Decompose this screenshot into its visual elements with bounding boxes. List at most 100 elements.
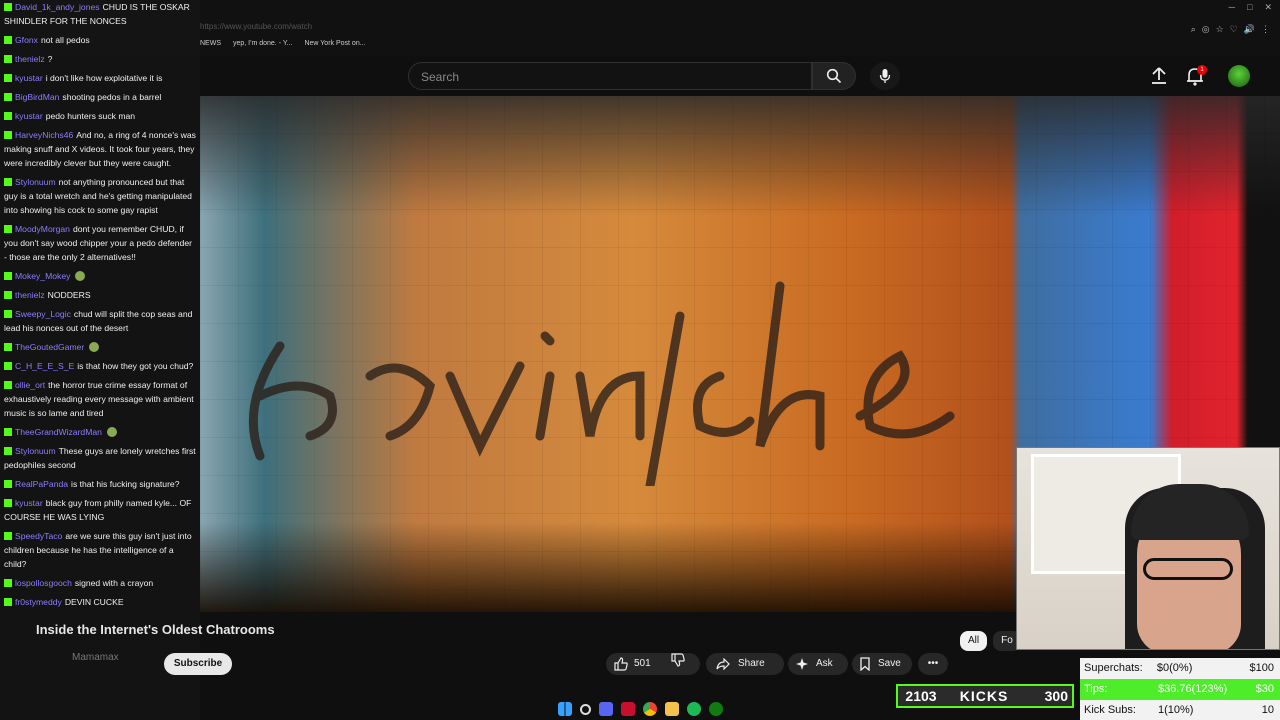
- address-bar[interactable]: https://www.youtube.com/watch: [200, 22, 312, 31]
- kick-subs-row: Kick Subs: 1(10%) 10: [1080, 700, 1280, 720]
- volume-icon[interactable]: 🔊: [1244, 24, 1255, 35]
- chat-message: Stylonuum not anything pronounced but tha…: [4, 175, 196, 217]
- chat-message: BigBirdMan shooting pedos in a barrel: [4, 90, 196, 104]
- more-actions-button[interactable]: •••: [918, 653, 948, 675]
- search-placeholder: Search: [421, 70, 460, 84]
- notification-badge: 1: [1197, 65, 1207, 75]
- chat-username[interactable]: lospollosgooch: [15, 578, 72, 588]
- tips-row: Tips: $36.76(123%) $30: [1080, 679, 1280, 700]
- chat-username[interactable]: Gfonx: [15, 35, 38, 45]
- thumbs-down-icon: [671, 652, 685, 667]
- chat-username[interactable]: Mokey_Mokey: [15, 271, 70, 281]
- chat-username[interactable]: thenielz: [15, 54, 45, 64]
- chat-username[interactable]: HarveyNichs46: [15, 130, 73, 140]
- kick-badge-icon: [4, 55, 12, 63]
- kick-badge-icon: [4, 225, 12, 233]
- chat-message: Stylonuum These guys are lonely wretches …: [4, 444, 196, 472]
- chat-username[interactable]: MoodyMorgan: [15, 224, 70, 234]
- chat-text: DEVIN CUCKE: [64, 597, 124, 607]
- kick-badge-icon: [4, 362, 12, 370]
- save-button[interactable]: Save: [852, 653, 912, 675]
- chat-message: TheGoutedGamer: [4, 340, 196, 354]
- chat-text: NODDERS: [47, 290, 91, 300]
- chat-username[interactable]: kyustar: [15, 73, 43, 83]
- chrome-icon[interactable]: [642, 702, 657, 716]
- menu-dots-icon[interactable]: ⋮: [1261, 24, 1270, 35]
- stat-label: Kick Subs:: [1084, 704, 1136, 716]
- chat-username[interactable]: RealPaPanda: [15, 479, 68, 489]
- voice-search-button[interactable]: [870, 62, 900, 90]
- search-button[interactable]: [812, 62, 856, 90]
- channel-name[interactable]: Mamamax: [72, 652, 119, 663]
- chat-username[interactable]: fr0stymeddy: [15, 597, 62, 607]
- like-dislike-group: 501: [606, 652, 700, 676]
- stat-value: $0(0%): [1156, 662, 1193, 674]
- kick-badge-icon: [4, 532, 12, 540]
- kick-badge-icon: [4, 343, 12, 351]
- chat-username[interactable]: Stylonuum: [15, 446, 56, 456]
- chat-username[interactable]: C_H_E_E_S_E: [15, 361, 74, 371]
- bookmark-news[interactable]: NEWS: [200, 40, 221, 47]
- webcam-overlay: [1016, 447, 1280, 650]
- xbox-icon[interactable]: [708, 702, 723, 716]
- chat-message: thenielz?: [4, 52, 196, 66]
- minimize-icon[interactable]: ─: [1229, 2, 1235, 13]
- chat-username[interactable]: David_1k_andy_jones: [15, 2, 100, 12]
- share-button[interactable]: Share: [706, 653, 784, 675]
- chat-text: pedo hunters suck man: [45, 111, 136, 121]
- kicks-goal: 300: [1044, 688, 1068, 704]
- chat-username[interactable]: TheeGrandWizardMan: [15, 427, 102, 437]
- dislike-button[interactable]: [671, 652, 685, 676]
- folder-icon[interactable]: [664, 702, 679, 716]
- discord-icon[interactable]: [598, 702, 613, 716]
- sparkle-icon: [796, 658, 808, 670]
- chat-username[interactable]: Sweepy_Logic: [15, 309, 71, 319]
- close-icon[interactable]: ✕: [1264, 2, 1272, 13]
- kick-badge-icon: [4, 447, 12, 455]
- bookmark-star-icon[interactable]: ☆: [1216, 24, 1224, 35]
- stat-label: Superchats:: [1084, 662, 1143, 674]
- emote-icon: [75, 271, 86, 281]
- kick-badge-icon: [4, 428, 12, 436]
- heart-icon[interactable]: ♡: [1230, 24, 1238, 35]
- chat-message: SpeedyTaco are we sure this guy isn't jus…: [4, 529, 196, 571]
- live-chat-overlay: David_1k_andy_jones CHUD IS THE OSKAR SHI…: [0, 0, 200, 720]
- maximize-icon[interactable]: □: [1247, 2, 1252, 13]
- kick-badge-icon: [4, 598, 12, 606]
- like-count: 501: [634, 658, 651, 669]
- chat-username[interactable]: BigBirdMan: [15, 92, 59, 102]
- create-button[interactable]: [1148, 64, 1170, 88]
- kick-badge-icon: [4, 272, 12, 280]
- chat-username[interactable]: Stylonuum: [15, 177, 56, 187]
- chip-all[interactable]: All: [960, 631, 988, 651]
- subscribe-button[interactable]: Subscribe: [164, 653, 232, 675]
- spotify-icon[interactable]: [686, 702, 701, 716]
- extension-icon[interactable]: ◎: [1202, 24, 1210, 35]
- chat-username[interactable]: kyustar: [15, 498, 43, 508]
- chat-username[interactable]: ollie_ort: [15, 380, 45, 390]
- chat-username[interactable]: TheGoutedGamer: [15, 342, 84, 352]
- os-taskbar: [540, 699, 740, 719]
- chat-username[interactable]: SpeedyTaco: [15, 531, 62, 541]
- bookmark-nypost[interactable]: New York Post on...: [304, 40, 365, 47]
- bookmark-youtube[interactable]: yep, I'm done. - Y...: [233, 40, 292, 47]
- chat-message: lospollosgooch signed with a crayon: [4, 576, 196, 590]
- kick-badge-icon: [4, 131, 12, 139]
- microphone-icon: [879, 69, 891, 83]
- ask-button[interactable]: Ask: [788, 653, 848, 675]
- zoom-icon[interactable]: ⌕: [1191, 24, 1196, 35]
- search-icon[interactable]: [579, 703, 591, 715]
- windows-start-icon[interactable]: [557, 702, 572, 716]
- search-input[interactable]: Search: [408, 62, 812, 90]
- chat-username[interactable]: kyustar: [15, 111, 43, 121]
- chat-message: kyustar black guy from philly named kyle.…: [4, 496, 196, 524]
- like-button[interactable]: 501: [614, 653, 651, 675]
- kick-badge-icon: [4, 178, 12, 186]
- donation-goals-panel: Superchats: $0(0%) $100 Tips: $36.76(123…: [1080, 658, 1280, 720]
- chat-text: is that how they got you chud?: [77, 361, 194, 371]
- chat-text: signed with a crayon: [74, 578, 154, 588]
- chat-username[interactable]: thenielz: [15, 290, 45, 300]
- avatar[interactable]: [1228, 65, 1250, 87]
- kick-badge-icon: [4, 3, 12, 11]
- app-red-icon[interactable]: [620, 702, 635, 716]
